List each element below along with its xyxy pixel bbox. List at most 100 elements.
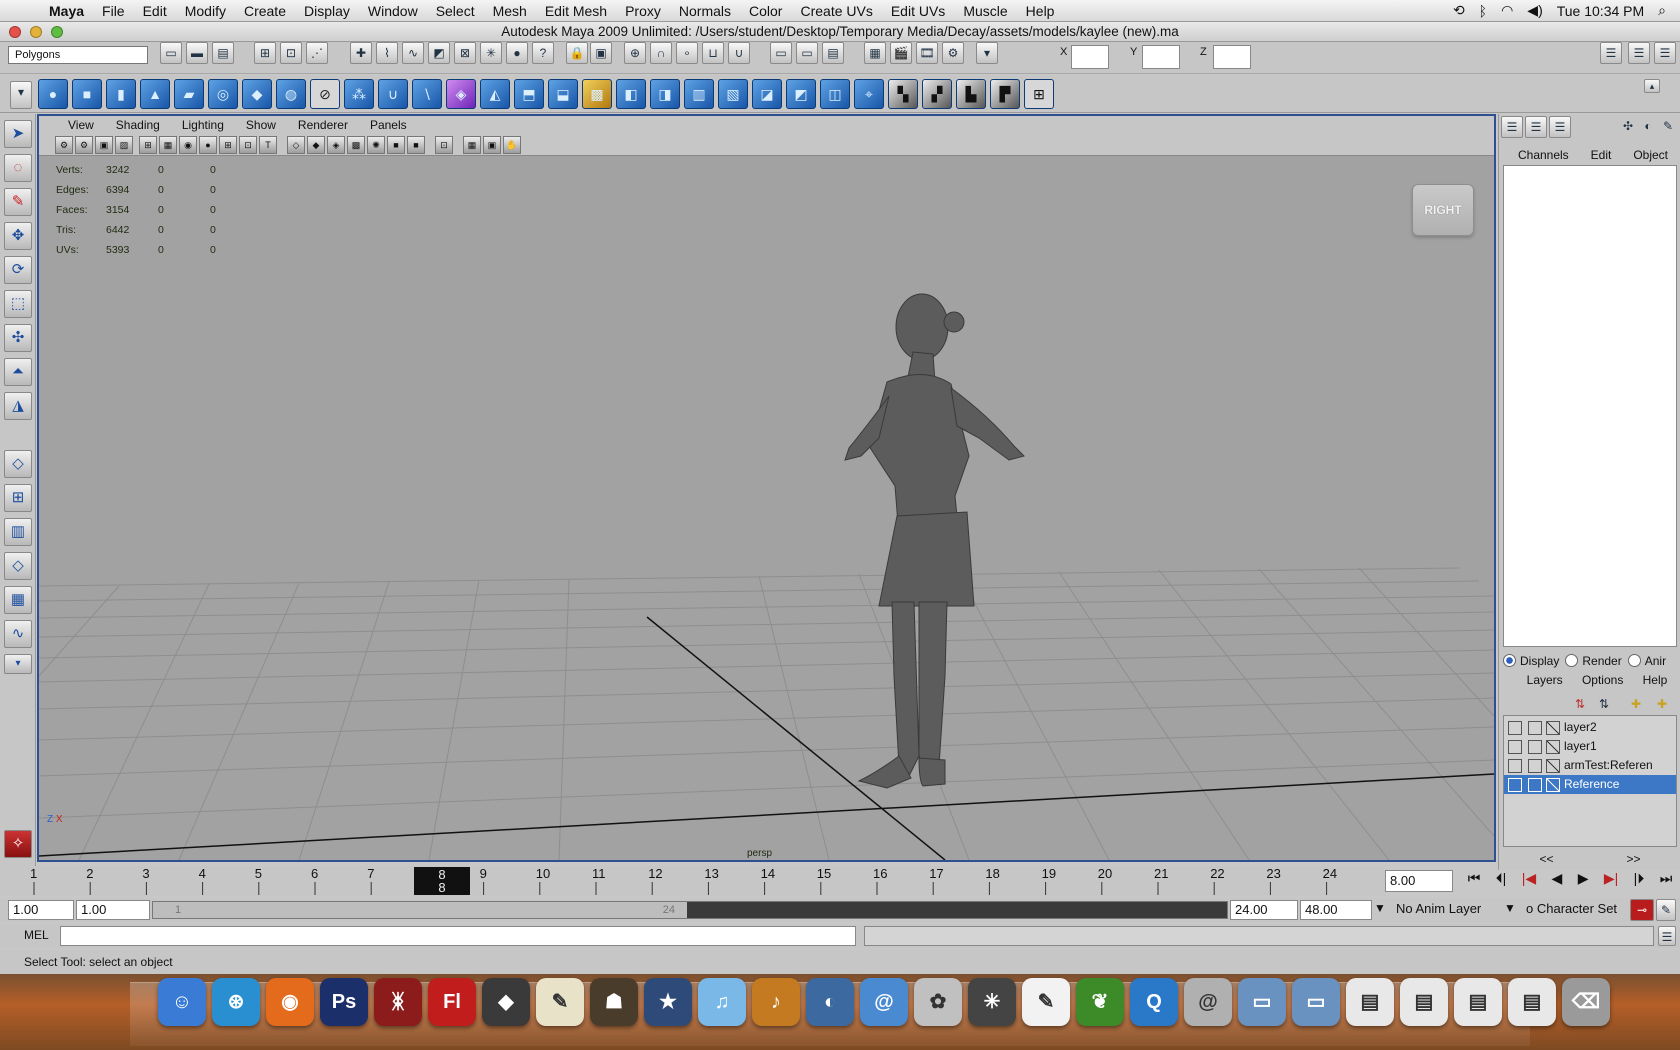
safe-title-icon[interactable]: T <box>259 136 277 154</box>
snap-grid-icon[interactable]: ⊕ <box>624 42 646 64</box>
poly-prism-icon[interactable]: ◆ <box>242 79 272 109</box>
menu-edit[interactable]: Edit <box>134 3 176 19</box>
dock-preview-icon[interactable]: ◐ <box>806 978 854 1026</box>
clock[interactable]: Tue 10:34 PM <box>1557 3 1644 19</box>
panel-menu-show[interactable]: Show <box>235 118 287 132</box>
layer-menu-options[interactable]: Options <box>1582 673 1623 687</box>
move-tool-icon[interactable]: ✥ <box>4 222 32 250</box>
graph-editor-layout-icon[interactable]: ∿ <box>4 620 32 648</box>
layer-color-icon[interactable] <box>1546 721 1560 735</box>
insert-edge-loop-icon[interactable]: ◨ <box>650 79 680 109</box>
boolean-union-icon[interactable]: ∪ <box>378 79 408 109</box>
character-set-field[interactable]: o Character Set <box>1522 900 1626 920</box>
xray-joints-icon[interactable]: ▣ <box>483 136 501 154</box>
camera-attributes-icon[interactable]: ⚙ <box>75 136 93 154</box>
layer-row[interactable]: armTest:Referen <box>1504 756 1676 775</box>
range-slider-thumb[interactable]: 1 24 <box>153 902 687 918</box>
layer-menu-help[interactable]: Help <box>1643 673 1668 687</box>
dock-warcraft-icon[interactable]: ☗ <box>590 978 638 1026</box>
app-menu[interactable]: Maya <box>40 3 93 19</box>
menu-normals[interactable]: Normals <box>670 3 740 19</box>
menu-modify[interactable]: Modify <box>176 3 235 19</box>
output-ops-icon[interactable]: ▭ <box>796 42 818 64</box>
film-gate-icon[interactable]: ▦ <box>159 136 177 154</box>
scale-tool-icon[interactable]: ⬚ <box>4 290 32 318</box>
grid-toggle-icon[interactable]: ⊞ <box>139 136 157 154</box>
dock-quicktime-icon[interactable]: Q <box>1130 978 1178 1026</box>
single-perspective-layout-icon[interactable]: ◇ <box>4 450 32 478</box>
dock-trash-icon[interactable]: ⌫ <box>1562 978 1610 1026</box>
zoom-window-button[interactable] <box>51 26 63 38</box>
auto-key-icon[interactable]: ⊸ <box>1630 899 1654 921</box>
tab-edit[interactable]: Edit <box>1591 148 1612 162</box>
bluetooth-icon[interactable]: ᛒ <box>1479 3 1487 19</box>
persp-graph-layout-icon[interactable]: ◇ <box>4 552 32 580</box>
highlight-selection-icon[interactable]: ▣ <box>590 42 612 64</box>
render-layers-radio[interactable]: Render <box>1565 654 1622 668</box>
x-field[interactable] <box>1071 45 1109 69</box>
menu-muscle[interactable]: Muscle <box>954 3 1016 19</box>
pick-misc-icon[interactable]: ? <box>532 42 554 64</box>
command-input[interactable] <box>60 926 856 946</box>
render-settings-icon[interactable]: ⚙ <box>942 42 964 64</box>
menu-help[interactable]: Help <box>1017 3 1064 19</box>
dock-thumbs-icon[interactable]: ▤ <box>1454 978 1502 1026</box>
dock-firefox-icon[interactable]: ◉ <box>266 978 314 1026</box>
menu-create[interactable]: Create <box>235 3 295 19</box>
step-forward-key-icon[interactable]: ▶| <box>1604 870 1618 894</box>
new-layer-from-selection-icon[interactable]: ✚ <box>1651 694 1673 714</box>
poly-plane-icon[interactable]: ▰ <box>174 79 204 109</box>
paint-select-tool-icon[interactable]: ✎ <box>4 188 32 216</box>
use-all-lights-icon[interactable]: ✺ <box>367 136 385 154</box>
menu-display[interactable]: Display <box>295 3 359 19</box>
xray-icon[interactable]: ▦ <box>463 136 481 154</box>
visibility-toggle[interactable] <box>1508 759 1522 773</box>
maya-logo-icon[interactable]: ✧ <box>4 830 32 858</box>
poly-torus-icon[interactable]: ◎ <box>208 79 238 109</box>
channel-box-layers-icon[interactable]: ☰ <box>1525 116 1547 138</box>
time-slider[interactable]: 88 1 2 3 4 5 6 7 9 10 11 12 13 14 15 16 17 18 19 20 21 22 23 2… <box>0 866 1386 896</box>
shadows-icon[interactable]: ■ <box>387 136 405 154</box>
next-page-button[interactable]: >> <box>1626 852 1640 866</box>
anim-layer-dropdown-icon[interactable]: ▼ <box>1374 901 1386 915</box>
menu-edit-uvs[interactable]: Edit UVs <box>882 3 954 19</box>
layers-only-icon[interactable]: ☰ <box>1549 116 1571 138</box>
show-manipulator-icon[interactable]: ◮ <box>4 392 32 420</box>
combine-icon[interactable]: ⁂ <box>344 79 374 109</box>
pick-surface-icon[interactable]: ◩ <box>428 42 450 64</box>
input-ops-icon[interactable]: ▭ <box>770 42 792 64</box>
gate-mask-icon[interactable]: ● <box>199 136 217 154</box>
dock-finder-icon[interactable]: ☺ <box>158 978 206 1026</box>
dock-photos-icon[interactable]: ✿ <box>914 978 962 1026</box>
four-view-layout-icon[interactable]: ⊞ <box>4 484 32 512</box>
open-scene-icon[interactable]: ▬ <box>186 42 208 64</box>
minimize-window-button[interactable] <box>30 26 42 38</box>
dock-fl-icon[interactable]: Fl <box>428 978 476 1026</box>
current-time-field[interactable]: 8.00 <box>1385 870 1453 892</box>
shelf-menu-icon[interactable]: ▾ <box>10 81 32 109</box>
time-machine-icon[interactable]: ⟲ <box>1453 2 1465 19</box>
display-layers-radio[interactable]: Display <box>1503 654 1559 668</box>
wireframe-icon[interactable]: ◇ <box>287 136 305 154</box>
animation-preferences-icon[interactable]: ✎ <box>1656 899 1676 921</box>
tab-object[interactable]: Object <box>1633 148 1668 162</box>
anim-end-field[interactable]: 48.00 <box>1300 900 1372 920</box>
snap-curve-icon[interactable]: ∩ <box>650 42 672 64</box>
smooth-proxy-icon[interactable]: ◈ <box>446 79 476 109</box>
pick-dynamics-icon[interactable]: ✳ <box>480 42 502 64</box>
command-language[interactable]: MEL <box>24 928 49 942</box>
tab-channels[interactable]: Channels <box>1518 148 1569 162</box>
pick-joint-icon[interactable]: ⌇ <box>376 42 398 64</box>
boolean-difference-icon[interactable]: ∖ <box>412 79 442 109</box>
average-vertices-icon[interactable]: ◭ <box>480 79 510 109</box>
z-field[interactable] <box>1213 45 1251 69</box>
poly-sphere-icon[interactable]: ● <box>38 79 68 109</box>
dock-thumbs-icon[interactable]: ▤ <box>1346 978 1394 1026</box>
move-layer-down-icon[interactable]: ⇅ <box>1593 694 1615 714</box>
menu-proxy[interactable]: Proxy <box>616 3 670 19</box>
high-quality-icon[interactable]: ■ <box>407 136 425 154</box>
close-window-button[interactable] <box>9 26 21 38</box>
dock-itunes-icon[interactable]: ♫ <box>698 978 746 1026</box>
lock-selection-icon[interactable]: 🔒 <box>566 42 588 64</box>
safe-action-icon[interactable]: ⊡ <box>239 136 257 154</box>
